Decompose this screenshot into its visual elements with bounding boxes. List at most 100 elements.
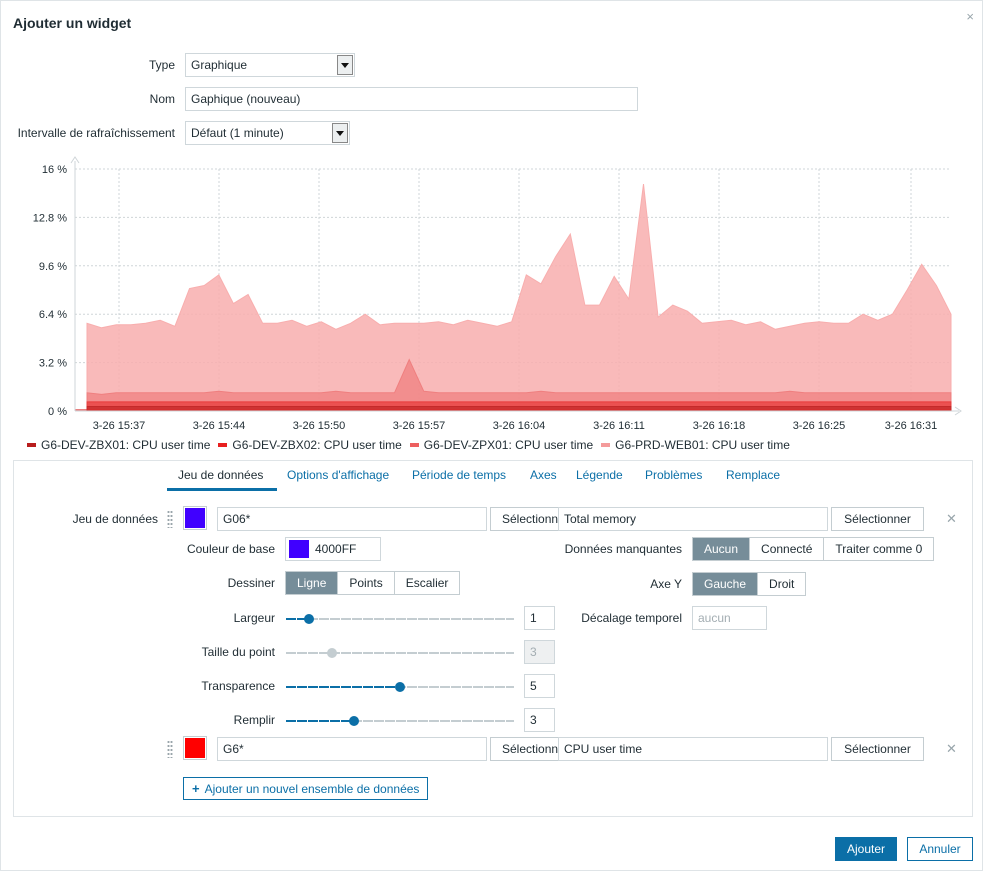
x-tick-label: 3-26 16:31 xyxy=(885,420,938,432)
missing-zero-option[interactable]: Traiter comme 0 xyxy=(823,538,934,560)
transparency-label: Transparence xyxy=(201,679,275,693)
y-tick-label: 3.2 % xyxy=(39,358,67,370)
add-dataset-button[interactable]: + Ajouter un nouvel ensemble de données xyxy=(183,777,429,800)
time-shift-input[interactable]: aucun xyxy=(692,606,767,630)
x-tick-label: 3-26 16:25 xyxy=(793,420,846,432)
plus-icon: + xyxy=(192,781,200,796)
legend-item: G6-DEV-ZBX02: CPU user time xyxy=(218,438,402,452)
tab-axes[interactable]: Axes xyxy=(530,468,557,482)
item-pattern-input[interactable]: CPU user time xyxy=(558,737,828,761)
name-label: Nom xyxy=(149,92,175,106)
legend-label: G6-DEV-ZBX02: CPU user time xyxy=(232,438,402,452)
draw-label: Dessiner xyxy=(227,576,275,590)
add-button[interactable]: Ajouter xyxy=(835,837,897,861)
dataset-color-fill xyxy=(185,738,205,758)
x-tick-label: 3-26 16:04 xyxy=(493,420,546,432)
host-pattern-input[interactable]: G06* xyxy=(217,507,487,531)
legend-item: G6-PRD-WEB01: CPU user time xyxy=(601,438,790,452)
transparency-slider[interactable] xyxy=(286,679,514,695)
draw-line-option[interactable]: Ligne xyxy=(286,572,338,594)
width-slider[interactable] xyxy=(286,611,514,627)
draw-staircase-option[interactable]: Escalier xyxy=(393,572,460,594)
legend-label: G6-PRD-WEB01: CPU user time xyxy=(615,438,790,452)
remove-dataset-icon[interactable]: ✕ xyxy=(946,511,957,527)
chevron-down-icon xyxy=(337,55,353,75)
x-tick-label: 3-26 15:50 xyxy=(293,420,346,432)
fill-label: Remplir xyxy=(233,713,275,727)
y-axis-right-option[interactable]: Droit xyxy=(757,573,806,595)
legend-item: G6-DEV-ZBX01: CPU user time xyxy=(27,438,210,452)
point-size-input: 3 xyxy=(524,640,555,664)
add-widget-dialog: Ajouter un widget × Type Graphique Nom G… xyxy=(0,0,983,871)
chart-legend: G6-DEV-ZBX01: CPU user time G6-DEV-ZBX02… xyxy=(27,438,790,452)
y-tick-label: 6.4 % xyxy=(39,309,67,321)
draw-points-option[interactable]: Points xyxy=(337,572,394,594)
x-tick-label: 3-26 15:57 xyxy=(393,420,446,432)
y-tick-label: 16 % xyxy=(42,164,67,176)
tab-time-period[interactable]: Période de temps xyxy=(412,468,506,482)
slider-thumb[interactable] xyxy=(395,682,405,692)
tab-legend[interactable]: Légende xyxy=(576,468,623,482)
y-axis-toggle: Gauche Droit xyxy=(692,572,807,596)
legend-swatch xyxy=(409,443,419,447)
missing-none-option[interactable]: Aucun xyxy=(693,538,750,560)
refresh-label: Intervalle de rafraîchissement xyxy=(17,126,175,140)
drag-handle-icon[interactable] xyxy=(167,740,173,758)
y-axis-left-option[interactable]: Gauche xyxy=(693,573,758,595)
legend-swatch xyxy=(601,443,611,447)
slider-thumb[interactable] xyxy=(304,614,314,624)
width-label: Largeur xyxy=(233,611,275,625)
chart-areas xyxy=(75,184,952,412)
refresh-select-value: Défaut (1 minute) xyxy=(191,126,284,140)
slider-track xyxy=(286,652,514,654)
point-size-label: Taille du point xyxy=(201,645,275,659)
tab-overrides[interactable]: Remplace xyxy=(726,468,780,482)
dataset-color-swatch[interactable] xyxy=(183,506,207,530)
legend-swatch xyxy=(218,443,228,447)
select-item-button[interactable]: Sélectionner xyxy=(831,507,924,531)
graph-preview: 16 %12.8 %9.6 %6.4 %3.2 %0 % 3-26 15:37 3… xyxy=(33,156,962,432)
missing-data-label: Données manquantes xyxy=(564,542,682,556)
select-item-button[interactable]: Sélectionner xyxy=(831,737,924,761)
remove-dataset-icon[interactable]: ✕ xyxy=(946,741,957,757)
slider-thumb[interactable] xyxy=(349,716,359,726)
legend-label: G6-DEV-ZPX01: CPU user time xyxy=(423,438,594,452)
type-select[interactable]: Graphique xyxy=(185,53,355,77)
base-color-value: 4000FF xyxy=(315,542,357,556)
select-host-button[interactable]: Sélectionner xyxy=(490,507,559,531)
cancel-button[interactable]: Annuler xyxy=(907,837,973,861)
base-color-label: Couleur de base xyxy=(186,542,275,556)
close-icon[interactable]: × xyxy=(966,9,974,24)
transparency-input[interactable]: 5 xyxy=(524,674,555,698)
base-color-input[interactable]: 4000FF xyxy=(285,537,381,561)
tab-display-options[interactable]: Options d'affichage xyxy=(287,468,389,482)
fill-input[interactable]: 3 xyxy=(524,708,555,732)
draw-type-toggle: Ligne Points Escalier xyxy=(285,571,461,595)
tab-problems[interactable]: Problèmes xyxy=(645,468,702,482)
legend-label: G6-DEV-ZBX01: CPU user time xyxy=(41,438,211,452)
dataset-color-swatch[interactable] xyxy=(183,736,207,760)
slider-fill xyxy=(286,720,354,722)
missing-connected-option[interactable]: Connecté xyxy=(749,538,824,560)
dataset-label: Jeu de données xyxy=(72,512,158,526)
x-tick-label: 3-26 15:44 xyxy=(193,420,246,432)
select-host-button[interactable]: Sélectionner xyxy=(490,737,559,761)
refresh-select[interactable]: Défaut (1 minute) xyxy=(185,121,350,145)
drag-handle-icon[interactable] xyxy=(167,510,173,528)
missing-data-toggle: Aucun Connecté Traiter comme 0 xyxy=(692,537,935,561)
slider-fill xyxy=(286,686,400,688)
fill-slider[interactable] xyxy=(286,713,514,729)
type-label: Type xyxy=(148,58,175,72)
active-tab-indicator xyxy=(167,488,277,491)
y-tick-label: 0 % xyxy=(48,406,67,418)
name-input[interactable]: Gaphique (nouveau) xyxy=(185,87,638,111)
x-tick-label: 3-26 16:11 xyxy=(593,420,645,432)
x-tick-label: 3-26 15:37 xyxy=(93,420,146,432)
y-tick-label: 12.8 % xyxy=(33,212,67,224)
item-pattern-input[interactable]: Total memory xyxy=(558,507,828,531)
host-pattern-input[interactable]: G6* xyxy=(217,737,487,761)
tab-datasets[interactable]: Jeu de données xyxy=(178,468,263,482)
point-size-slider xyxy=(286,645,514,661)
chevron-down-icon xyxy=(332,123,348,143)
x-tick-label: 3-26 16:18 xyxy=(693,420,746,432)
